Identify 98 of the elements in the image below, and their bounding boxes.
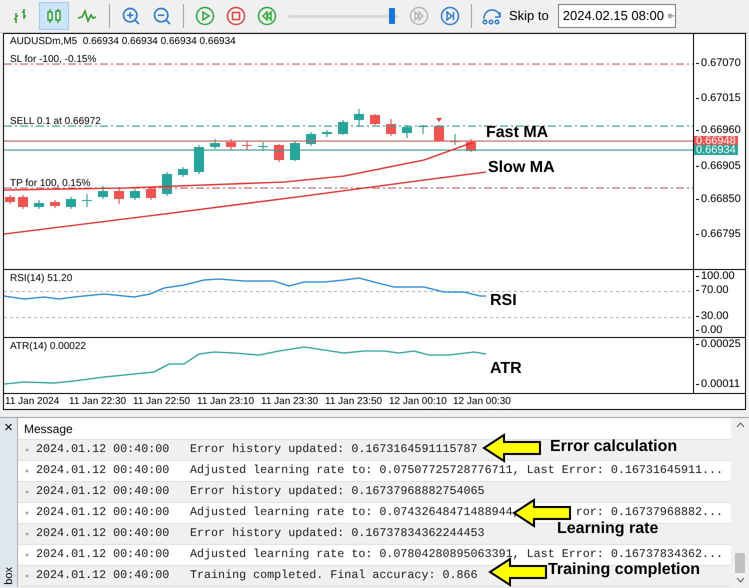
axis-label: 30.00	[696, 310, 729, 322]
log-message: Error history updated: 0.16737968882754065	[190, 483, 485, 500]
log-time: 2024.01.12 00:40:00	[36, 483, 170, 500]
candle	[306, 132, 316, 146]
candle	[322, 130, 332, 138]
slider-thumb[interactable]	[388, 8, 395, 24]
candle	[34, 200, 44, 210]
candle	[338, 120, 348, 136]
pointer-arrow-icon	[482, 433, 542, 463]
axis-label: 0.66850	[696, 193, 741, 205]
speed-slider[interactable]	[288, 8, 398, 24]
side-tab[interactable]: box	[2, 565, 14, 585]
callout-label: Slow MA	[488, 159, 555, 177]
axis-label: 0.66905	[696, 160, 741, 172]
callout-label: ATR	[490, 360, 522, 378]
axis-label: 0.67070	[696, 57, 741, 69]
annotation-label: Learning rate	[557, 519, 658, 538]
log-time: 2024.01.12 00:40:00	[36, 525, 170, 542]
axis-label: 0.00	[696, 324, 722, 336]
candle	[162, 172, 172, 196]
log-time: 2024.01.12 00:40:00	[36, 462, 170, 480]
axis-label: 0.66795	[696, 228, 741, 240]
candle	[242, 140, 252, 150]
date-field[interactable]: 2024.02.15 08:00	[558, 4, 676, 28]
scrollbar[interactable]	[731, 418, 749, 587]
time-label: 11 Jan 22:50	[132, 396, 192, 408]
log-time: 2024.01.12 00:40:00	[36, 546, 170, 564]
candle	[5, 194, 15, 204]
level-label: SL for -100, -0.15%	[10, 54, 96, 65]
callout-label: RSI	[490, 292, 517, 310]
candle	[66, 196, 76, 210]
price-badge: 0.66934	[694, 145, 738, 155]
time-label: 11 Jan 23:10	[196, 396, 256, 408]
chart-type-button[interactable]	[39, 2, 69, 30]
log-time: 2024.01.12 00:40:00	[36, 504, 170, 522]
candle	[466, 138, 476, 152]
candle	[354, 108, 364, 128]
candle	[418, 124, 428, 134]
time-label: 12 Jan 00:10	[388, 396, 448, 408]
log-time: 2024.01.12 00:40:00	[36, 441, 170, 458]
close-button[interactable]: ×	[4, 420, 13, 436]
candle	[210, 138, 220, 150]
time-label: 11 Jan 22:30	[68, 396, 128, 408]
candle	[130, 188, 140, 200]
annotation-label: Training completion	[548, 560, 700, 579]
annotation-label: Error calculation	[550, 437, 678, 456]
candle	[98, 186, 108, 200]
indicator-title: ATR(14) 0.00022	[10, 341, 86, 352]
candle	[450, 134, 460, 146]
axis-label: 100.00	[696, 270, 735, 282]
time-label: 11 Jan 23:30	[260, 396, 320, 408]
candle	[114, 186, 124, 204]
candle	[290, 140, 300, 162]
log-message: Adjusted learning rate to: 0.07804280895063391, Last Error: 0.16737834362...	[190, 546, 724, 562]
time-label: 12 Jan 00:30	[452, 396, 512, 408]
chart-title: AUDUSDm,M5 0.66934 0.66934 0.66934 0.66934	[10, 36, 236, 47]
candle	[258, 142, 268, 152]
axis-label: 0.67015	[696, 92, 741, 104]
price-badge: 0.66948	[694, 136, 738, 146]
log-message: ror: 0.16737968882...	[576, 504, 724, 521]
indicator-title: RSI(14) 51.20	[10, 273, 72, 284]
candle	[226, 138, 236, 150]
candle	[386, 118, 396, 136]
candle	[50, 200, 60, 208]
zoom-in-icon	[121, 6, 141, 26]
zoom-out-icon	[152, 6, 172, 26]
candle	[146, 186, 156, 200]
log-message: Error history updated: 0.1673164591115787	[190, 441, 478, 458]
line-chart-icon	[77, 8, 97, 24]
sell-arrow-icon	[436, 118, 442, 122]
candle	[370, 114, 380, 126]
skip-to-button[interactable]: Skip to	[479, 2, 551, 30]
level-label: SELL 0.1 at 0.66972	[10, 116, 101, 127]
candle	[82, 194, 92, 208]
scroll-up-icon[interactable]	[736, 422, 744, 428]
callout-label: Fast MA	[486, 124, 548, 142]
axis-label: 0.00011	[696, 378, 740, 390]
column-header: Message	[24, 420, 73, 438]
time-label: 11 Jan 23:50	[324, 396, 384, 408]
axis-label: 0.00025	[696, 338, 741, 350]
candle	[18, 194, 28, 210]
time-label: 11 Jan 2024	[4, 396, 60, 408]
candle	[194, 144, 204, 174]
candle	[274, 144, 284, 162]
level-label: TP for 100, 0.15%	[10, 178, 90, 189]
candle	[402, 124, 412, 138]
candlestick-icon	[45, 7, 63, 25]
candle	[178, 166, 188, 178]
axis-label: 0.66960	[696, 124, 741, 136]
log-message: Error history updated: 0.16737834362244453	[190, 525, 485, 542]
log-time: 2024.01.12 00:40:00	[36, 567, 170, 584]
scroll-thumb[interactable]	[735, 553, 745, 573]
log-message: Adjusted learning rate to: 0.07432648471488944,	[190, 504, 520, 522]
log-message: Adjusted learning rate to: 0.07507725728776711, Last Error: 0.16731645911...	[190, 462, 724, 480]
scroll-down-icon[interactable]	[736, 577, 744, 583]
axis-label: 70.00	[696, 284, 729, 296]
log-message: Training completed. Final accuracy: 0.866	[190, 567, 478, 584]
candle	[434, 124, 444, 142]
